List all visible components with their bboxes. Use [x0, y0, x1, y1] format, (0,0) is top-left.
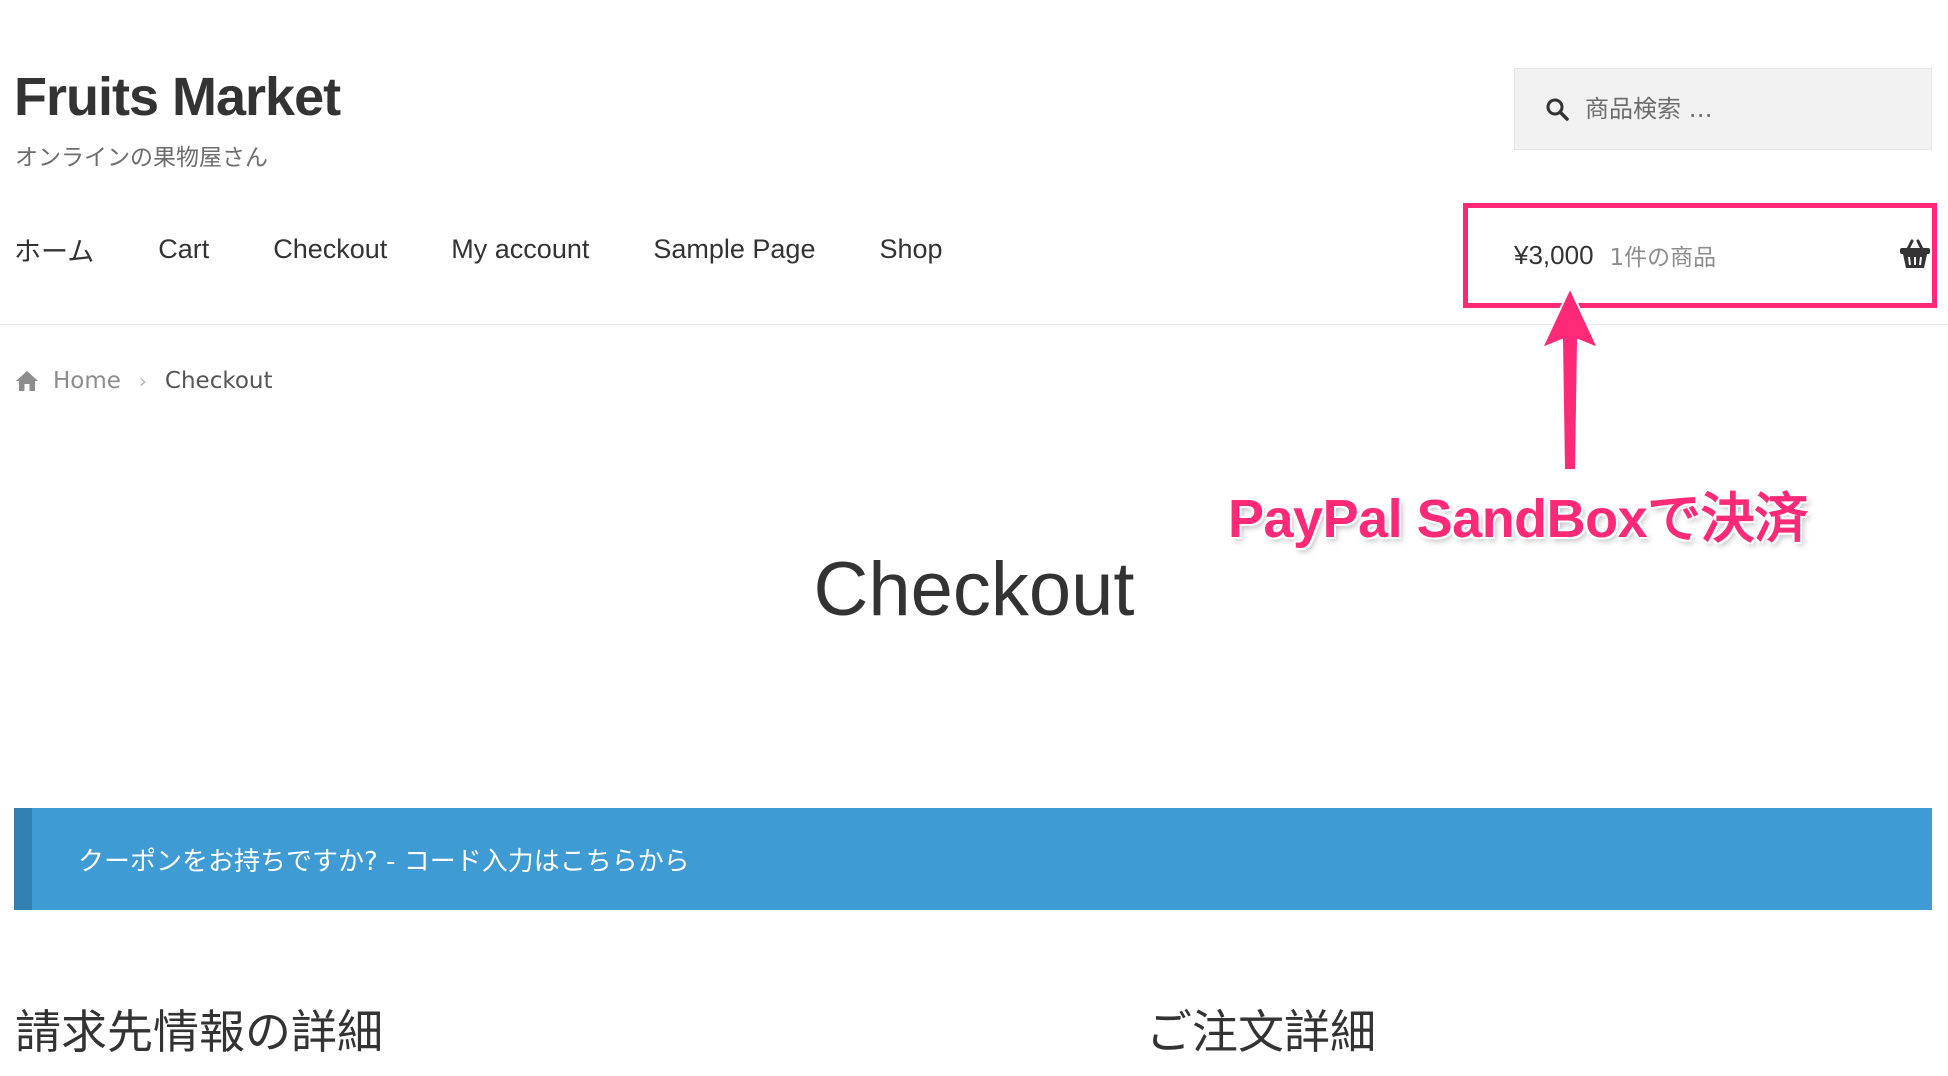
- breadcrumb-current: Checkout: [164, 368, 273, 394]
- order-details-heading: ご注文詳細: [1146, 1005, 1376, 1059]
- annotation-arrow-icon: [1540, 285, 1600, 471]
- nav-item-home[interactable]: ホーム: [14, 230, 94, 269]
- primary-navigation: ホーム Cart Checkout My account Sample Page…: [14, 230, 1007, 269]
- nav-item-sample-page[interactable]: Sample Page: [653, 234, 815, 265]
- page-title: Checkout: [813, 547, 1135, 632]
- search-icon[interactable]: [1543, 95, 1571, 123]
- search-input[interactable]: [1585, 95, 1905, 123]
- nav-item-my-account[interactable]: My account: [451, 234, 589, 265]
- breadcrumb-home-link[interactable]: Home: [53, 368, 121, 394]
- breadcrumb: Home › Checkout: [15, 368, 273, 394]
- annotation-label: PayPal SandBoxで決済: [1228, 489, 1808, 549]
- coupon-notice: クーポンをお持ちですか? - コード入力はこちらから: [14, 808, 1932, 910]
- site-title[interactable]: Fruits Market: [14, 66, 341, 128]
- coupon-toggle-link[interactable]: クーポンをお持ちですか? - コード入力はこちらから: [78, 841, 690, 878]
- checkout-page: Fruits Market オンラインの果物屋さん ホーム Cart Check…: [0, 0, 1948, 1076]
- nav-item-cart[interactable]: Cart: [158, 234, 209, 265]
- home-icon[interactable]: [15, 370, 39, 392]
- nav-item-shop[interactable]: Shop: [879, 234, 942, 265]
- site-tagline: オンラインの果物屋さん: [15, 145, 268, 171]
- nav-item-checkout[interactable]: Checkout: [273, 234, 387, 265]
- product-search[interactable]: [1514, 68, 1932, 150]
- header-divider: [0, 324, 1948, 325]
- breadcrumb-separator-icon: ›: [138, 369, 147, 393]
- billing-details-heading: 請求先情報の詳細: [15, 1005, 383, 1059]
